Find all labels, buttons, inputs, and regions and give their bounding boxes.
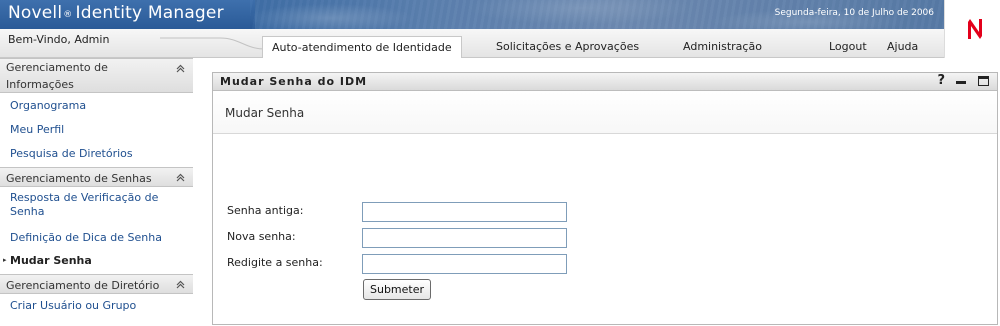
new-password-field[interactable] [362,228,567,248]
sidebar-item-criar-usuario[interactable]: Criar Usuário ou Grupo [10,299,136,313]
form-header: Mudar Senha [213,92,997,134]
registered-mark: ® [63,10,73,20]
collapse-up-icon[interactable] [174,278,187,291]
sidebar-item-organograma[interactable]: Organograma [10,99,86,113]
header-banner: Novell® Identity Manager Segunda-feira, 1… [0,0,944,29]
collapse-up-icon[interactable] [174,171,187,184]
welcome-message: Bem-Vindo, Admin [8,33,110,46]
submit-button[interactable]: Submeter [363,279,431,300]
portlet-title: Mudar Senha do IDM [220,75,368,88]
sidebar-group-title: Gerenciamento de Senhas [6,172,152,185]
help-link[interactable]: Ajuda [887,36,918,58]
confirm-password-label: Redigite a senha: [227,256,323,269]
sidebar-group-title: Gerenciamento de Informações [6,59,108,93]
sidebar-group-title: Gerenciamento de Diretório [6,279,160,292]
change-password-portlet: Mudar Senha do IDM ? Mudar Senha Senha a… [212,72,998,325]
novell-logo [944,0,1000,58]
tab-administracao[interactable]: Administração [683,36,762,58]
new-password-label: Nova senha: [227,230,296,243]
sidebar-item-mudar-senha[interactable]: Mudar Senha [10,254,92,268]
sidebar-group-senhas: Gerenciamento de Senhas [0,167,193,187]
app-title-product: Identity Manager [75,3,224,23]
sidebar-group-diretorio: Gerenciamento de Diretório [0,274,193,294]
current-date: Segunda-feira, 10 de Julho de 2006 [774,8,934,18]
navigation-bar: Bem-Vindo, Admin Auto-atendimento de Ide… [0,29,944,58]
sidebar-group-title-line: Gerenciamento de [6,61,108,74]
subbar-curve-decoration [160,37,270,50]
app-title: Novell® Identity Manager [8,3,224,23]
collapse-up-icon[interactable] [174,62,187,75]
minimize-icon[interactable] [956,81,966,84]
portlet-header: Mudar Senha do IDM ? [213,73,997,91]
maximize-icon[interactable] [978,76,989,86]
sidebar: Gerenciamento de Informações Organograma… [0,58,193,326]
old-password-label: Senha antiga: [227,204,304,217]
app-title-brand: Novell [8,3,63,23]
tab-auto-atendimento[interactable]: Auto-atendimento de Identidade [262,36,462,58]
tab-solicitacoes[interactable]: Solicitações e Aprovações [496,36,639,58]
current-item-arrow-icon: ▸ [3,256,7,264]
sidebar-item-label-line: Resposta de Verificação de [10,191,159,204]
sidebar-item-pesquisa[interactable]: Pesquisa de Diretórios [10,147,133,161]
sidebar-item-dica-senha[interactable]: Definição de Dica de Senha [10,231,162,245]
novell-n-icon [968,19,982,39]
sidebar-group-title-line: Informações [6,78,74,91]
sidebar-item-meu-perfil[interactable]: Meu Perfil [10,123,64,137]
help-icon[interactable]: ? [937,73,945,88]
form-title: Mudar Senha [225,106,305,120]
sidebar-item-resposta-verificacao[interactable]: Resposta de Verificação de Senha [10,191,158,219]
confirm-password-field[interactable] [362,254,567,274]
sidebar-group-informacoes: Gerenciamento de Informações [0,58,193,93]
logout-link[interactable]: Logout [829,36,867,58]
old-password-field[interactable] [362,202,567,222]
sidebar-item-label-line: Senha [10,205,45,218]
